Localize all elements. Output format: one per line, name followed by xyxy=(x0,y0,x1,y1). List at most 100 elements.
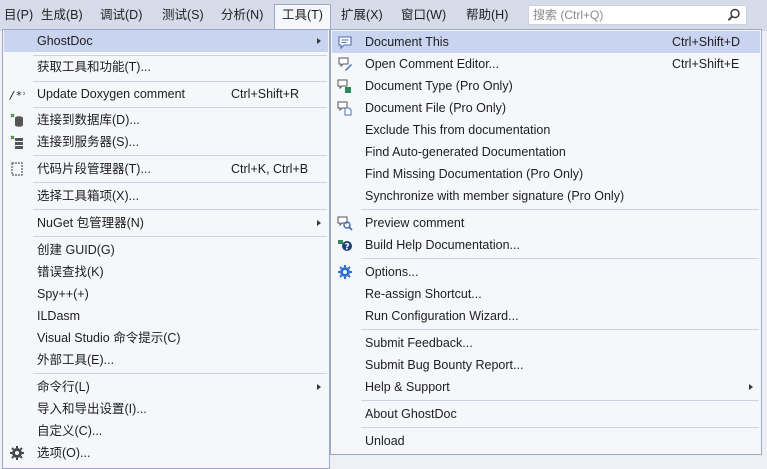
menu-separator xyxy=(361,209,759,210)
search-placeholder: 搜索 (Ctrl+Q) xyxy=(533,8,604,22)
menu-help[interactable]: 帮助(H) xyxy=(459,4,515,26)
menu-item-customize[interactable]: 自定义(C)... xyxy=(4,420,328,442)
menu-item-find-missing[interactable]: Find Missing Documentation (Pro Only) xyxy=(332,163,760,185)
submenu-arrow-icon xyxy=(749,384,753,390)
menu-item-label: Synchronize with member signature (Pro O… xyxy=(365,189,625,203)
menu-item-synchronize[interactable]: Synchronize with member signature (Pro O… xyxy=(332,185,760,207)
menu-item-options[interactable]: 选项(O)... xyxy=(4,442,328,464)
menu-item-shortcut: Ctrl+Shift+E xyxy=(672,57,740,71)
menu-item-label: 选项(O)... xyxy=(37,446,91,460)
menu-analyze[interactable]: 分析(N) xyxy=(214,4,270,26)
menu-test[interactable]: 测试(S) xyxy=(155,4,211,26)
menu-item-vs-cmd[interactable]: Visual Studio 命令提示(C) xyxy=(4,327,328,349)
menu-item-command-line[interactable]: 命令行(L) xyxy=(4,376,328,398)
menu-item-label: 错误查找(K) xyxy=(37,265,104,279)
menu-item-find-auto[interactable]: Find Auto-generated Documentation xyxy=(332,141,760,163)
comment-editor-icon xyxy=(338,57,352,71)
menu-tools[interactable]: 工具(T) xyxy=(274,4,331,30)
ghostdoc-submenu: Document This Ctrl+Shift+D Open Comment … xyxy=(330,29,762,455)
menu-separator xyxy=(33,155,327,156)
menu-item-label: Document File (Pro Only) xyxy=(365,101,507,115)
menu-separator xyxy=(33,236,327,237)
menu-item-label: Document Type (Pro Only) xyxy=(365,79,513,93)
menu-item-label: Find Missing Documentation (Pro Only) xyxy=(365,167,584,181)
menu-item-label: 选择工具箱项(X)... xyxy=(37,189,140,203)
submenu-arrow-icon xyxy=(317,384,321,390)
tools-menu: GhostDoc 获取工具和功能(T)... /** Update Doxyge… xyxy=(2,29,330,469)
menu-item-open-comment-editor[interactable]: Open Comment Editor... Ctrl+Shift+E xyxy=(332,53,760,75)
gear-icon xyxy=(10,446,24,460)
server-connect-icon xyxy=(10,135,23,149)
menu-item-label: 连接到服务器(S)... xyxy=(37,135,140,149)
menu-item-label: Options... xyxy=(365,265,419,279)
search-input[interactable]: 搜索 (Ctrl+Q) xyxy=(528,5,747,25)
menu-item-get-tools[interactable]: 获取工具和功能(T)... xyxy=(4,56,328,78)
menu-item-unload[interactable]: Unload xyxy=(332,430,760,452)
menu-item-label: 获取工具和功能(T)... xyxy=(37,60,151,74)
menu-item-label: Unload xyxy=(365,434,405,448)
menu-item-create-guid[interactable]: 创建 GUID(G) xyxy=(4,239,328,261)
menu-item-bug-bounty[interactable]: Submit Bug Bounty Report... xyxy=(332,354,760,376)
svg-text:/**: /** xyxy=(9,89,25,102)
menu-debug[interactable]: 调试(D) xyxy=(93,4,149,26)
menu-item-preview-comment[interactable]: Preview comment xyxy=(332,212,760,234)
menu-item-label: About GhostDoc xyxy=(365,407,457,421)
menu-item-label: Update Doxygen comment xyxy=(37,87,185,101)
build-help-icon: ? xyxy=(338,240,352,253)
menu-separator xyxy=(361,400,759,401)
menu-separator xyxy=(361,258,759,259)
menu-item-nuget[interactable]: NuGet 包管理器(N) xyxy=(4,212,328,234)
menu-item-label: Run Configuration Wizard... xyxy=(365,309,519,323)
menu-item-submit-feedback[interactable]: Submit Feedback... xyxy=(332,332,760,354)
menu-item-label: Exclude This from documentation xyxy=(365,123,551,137)
svg-text:?: ? xyxy=(345,243,350,253)
gear-icon xyxy=(338,265,352,279)
menu-item-import-export[interactable]: 导入和导出设置(I)... xyxy=(4,398,328,420)
document-this-icon xyxy=(338,36,352,50)
menu-item-help-support[interactable]: Help & Support xyxy=(332,376,760,398)
menu-separator xyxy=(33,107,327,108)
menu-item-options[interactable]: Options... xyxy=(332,261,760,283)
menu-item-document-type[interactable]: Document Type (Pro Only) xyxy=(332,75,760,97)
menu-window[interactable]: 窗口(W) xyxy=(394,4,453,26)
menu-extensions[interactable]: 扩展(X) xyxy=(334,4,390,26)
menu-item-label: Preview comment xyxy=(365,216,465,230)
menu-item-choose-toolbox[interactable]: 选择工具箱项(X)... xyxy=(4,185,328,207)
menu-item-label: Submit Bug Bounty Report... xyxy=(365,358,524,372)
menu-item-snippets[interactable]: 代码片段管理器(T)... Ctrl+K, Ctrl+B xyxy=(4,158,328,180)
menu-item-exclude[interactable]: Exclude This from documentation xyxy=(332,119,760,141)
database-connect-icon xyxy=(10,113,23,127)
menu-item-external-tools[interactable]: 外部工具(E)... xyxy=(4,349,328,371)
menu-item-error-lookup[interactable]: 错误查找(K) xyxy=(4,261,328,283)
menu-item-connect-database[interactable]: 连接到数据库(D)... xyxy=(4,109,328,131)
menu-item-label: 自定义(C)... xyxy=(37,424,103,438)
search-icon xyxy=(727,8,740,21)
menu-item-label: NuGet 包管理器(N) xyxy=(37,216,144,230)
menu-item-shortcut: Ctrl+K, Ctrl+B xyxy=(231,162,309,176)
menu-item-ildasm[interactable]: ILDasm xyxy=(4,305,328,327)
menu-item-document-this[interactable]: Document This Ctrl+Shift+D xyxy=(332,31,760,53)
menu-item-ghostdoc[interactable]: GhostDoc xyxy=(4,30,328,52)
menu-separator xyxy=(33,81,327,82)
menu-item-label: Visual Studio 命令提示(C) xyxy=(37,331,181,345)
menu-build[interactable]: 生成(B) xyxy=(34,4,90,26)
menu-item-document-file[interactable]: Document File (Pro Only) xyxy=(332,97,760,119)
menu-separator xyxy=(361,427,759,428)
menu-item-reassign-shortcut[interactable]: Re-assign Shortcut... xyxy=(332,283,760,305)
menu-item-doxygen[interactable]: /** Update Doxygen comment Ctrl+Shift+R xyxy=(4,83,328,105)
menu-item-spy[interactable]: Spy++(+) xyxy=(4,283,328,305)
menu-item-label: 命令行(L) xyxy=(37,380,90,394)
menu-item-label: ILDasm xyxy=(37,309,81,323)
menu-separator xyxy=(33,373,327,374)
menu-item-label: 创建 GUID(G) xyxy=(37,243,115,257)
menu-item-connect-server[interactable]: 连接到服务器(S)... xyxy=(4,131,328,153)
menu-item-build-help[interactable]: ? Build Help Documentation... xyxy=(332,234,760,256)
snippet-icon xyxy=(11,162,23,176)
menu-item-config-wizard[interactable]: Run Configuration Wizard... xyxy=(332,305,760,327)
menu-item-shortcut: Ctrl+Shift+R xyxy=(231,87,300,101)
menu-item-label: GhostDoc xyxy=(37,34,93,48)
menu-item-about[interactable]: About GhostDoc xyxy=(332,403,760,425)
menu-item-label: Submit Feedback... xyxy=(365,336,473,350)
preview-icon xyxy=(337,216,353,231)
menu-item-label: Spy++(+) xyxy=(37,287,89,301)
